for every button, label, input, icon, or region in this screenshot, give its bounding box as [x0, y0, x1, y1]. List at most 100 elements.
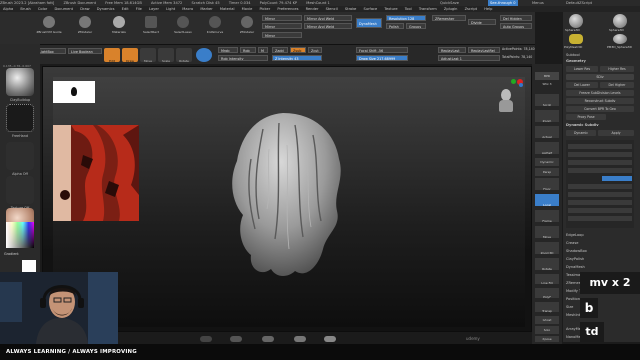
menu-item[interactable]: File — [136, 7, 142, 11]
dynamic-toggle[interactable]: Dynamic — [566, 130, 596, 136]
del-lower-button[interactable]: Del Lower — [566, 82, 598, 88]
rotate-view-button[interactable]: Rotate — [535, 258, 559, 271]
palette-item[interactable]: MeshIntegrity — [566, 312, 636, 318]
slider[interactable] — [568, 168, 632, 173]
bottom-shelf-item-icon[interactable] — [230, 336, 242, 342]
transp-button[interactable]: Transp — [535, 302, 559, 313]
a-mrgb-button[interactable]: Mrgb — [218, 47, 238, 53]
replay-last-rel-button[interactable]: ReplayLastRel — [468, 47, 500, 53]
menu-item[interactable]: Document — [54, 7, 73, 11]
move-button[interactable]: Move — [140, 48, 156, 63]
menu-item[interactable]: Zplugin — [444, 7, 458, 11]
slider[interactable] — [568, 216, 632, 221]
tool-thumbnail-icon[interactable] — [613, 34, 627, 44]
shelf-button[interactable]: Materials — [104, 14, 134, 42]
menu-item[interactable]: Color — [38, 7, 47, 11]
menu-item[interactable]: Layer — [149, 7, 159, 11]
mirror-button[interactable]: Mirror — [262, 15, 302, 21]
xpose-button[interactable]: Xpose — [535, 336, 559, 342]
higher-res-button[interactable]: Higher Res — [600, 66, 634, 72]
menu-item[interactable]: Material — [220, 7, 235, 11]
zadd-button[interactable]: Zadd — [272, 47, 288, 53]
bottom-shelf-item-icon[interactable] — [262, 336, 274, 342]
tool-thumbnail-icon[interactable] — [569, 14, 583, 28]
menu-item[interactable]: Macro — [182, 7, 193, 11]
rgb-button[interactable]: Rgb — [240, 47, 256, 53]
texture-picker[interactable]: Texture Off — [4, 176, 36, 210]
reconstruct-subdiv-button[interactable]: Reconstruct Subdiv — [566, 98, 634, 104]
line-fill-button[interactable]: Line Fill — [535, 274, 559, 285]
persp-button[interactable]: Persp — [535, 168, 559, 176]
mirror-weld-button[interactable]: Mirror And Weld — [304, 15, 352, 21]
actual-button[interactable]: Actual — [535, 126, 559, 139]
shelf-button[interactable]: ZBrushVM Guide — [34, 14, 64, 42]
palette-item[interactable]: DynaMesh — [566, 264, 636, 270]
shelf-button[interactable]: ZModeler — [70, 14, 100, 42]
palette-item[interactable]: Size — [566, 304, 636, 310]
solo-button[interactable]: Solo — [535, 326, 559, 334]
menu-item[interactable]: Draw — [80, 7, 89, 11]
menu-item[interactable]: Help — [484, 7, 492, 11]
bottom-shelf-item-icon[interactable] — [200, 336, 212, 342]
m-button[interactable]: M — [258, 47, 268, 53]
replay-last-button[interactable]: ReplayLast — [438, 47, 466, 53]
polyf-button[interactable]: PolyF — [535, 288, 559, 299]
sdiv-slider[interactable]: SDiv — [566, 74, 634, 80]
menu-item[interactable]: Dynamics — [97, 7, 115, 11]
menu-item[interactable]: Surface — [364, 7, 378, 11]
scale-button[interactable]: Scale — [158, 48, 174, 63]
local-button[interactable]: Local — [535, 194, 559, 207]
polish-button[interactable]: Polish — [386, 23, 404, 29]
shelf-button[interactable]: SelectRect — [136, 14, 166, 42]
main-color-swatch[interactable] — [22, 260, 36, 272]
convert-bpr-button[interactable]: Convert BPR To Geo — [566, 106, 634, 112]
zsub-button[interactable]: Zsub — [290, 47, 306, 53]
divide-button[interactable]: Divide — [468, 19, 496, 25]
navigation-head-gizmo[interactable] — [497, 89, 515, 115]
menu-item[interactable]: Edit — [122, 7, 129, 11]
slider[interactable] — [568, 200, 632, 205]
draw-button[interactable]: Draw — [122, 48, 138, 63]
mirror-button[interactable]: Mirror — [262, 32, 302, 38]
palette-item[interactable]: Crease — [566, 240, 636, 246]
dynamic-subdiv-header[interactable]: Dynamic Subdiv — [566, 122, 636, 128]
menu-item[interactable]: Light — [166, 7, 175, 11]
palette-item[interactable]: EdgeLoop — [566, 232, 636, 238]
shelf-button[interactable]: ZModeler — [232, 14, 262, 42]
frame-button[interactable]: Frame — [535, 210, 559, 223]
slider[interactable] — [568, 160, 632, 165]
menu-item[interactable]: Movie — [242, 7, 253, 11]
menu-item[interactable]: Marker — [200, 7, 212, 11]
dynamesh-button[interactable]: DynaMesh — [356, 18, 382, 28]
freeze-subdiv-button[interactable]: Freeze SubDivision Levels — [566, 90, 634, 96]
edit-button[interactable]: Edit — [104, 48, 120, 63]
zcut-button[interactable]: Zcut — [308, 47, 322, 53]
geometry-header[interactable]: Geometry — [566, 58, 636, 64]
auto-groups-button[interactable]: Auto Groups — [500, 23, 532, 29]
menu-item[interactable]: Texture — [384, 7, 397, 11]
bpr-button[interactable]: BPR — [535, 72, 559, 80]
floor-button[interactable]: Floor — [535, 178, 559, 191]
draw-size-slider[interactable]: Draw Size 217.68999 — [356, 55, 408, 61]
menu-item[interactable]: Stencil — [326, 7, 338, 11]
shelf-button[interactable]: SelectLasso — [168, 14, 198, 42]
slider[interactable] — [568, 184, 632, 189]
slider[interactable] — [568, 192, 632, 197]
palette-item[interactable]: Position — [566, 296, 636, 302]
palette-item[interactable]: ClayPolish — [566, 256, 636, 262]
move-view-button[interactable]: Move — [535, 226, 559, 239]
spix-slider[interactable]: SPix 3 — [535, 82, 559, 88]
lightbox-button[interactable]: LightBox — [36, 48, 66, 54]
menu-item[interactable]: Preferences — [277, 7, 298, 11]
menu-item[interactable]: Zscript — [465, 7, 477, 11]
apply-button[interactable]: Apply — [598, 130, 634, 136]
live-boolean-button[interactable]: Live Boolean — [68, 48, 102, 54]
menu-item[interactable]: Transform — [419, 7, 437, 11]
menu-item[interactable]: Stroke — [345, 7, 356, 11]
lower-res-button[interactable]: Lower Res — [566, 66, 598, 72]
z-intensity-slider[interactable]: Z Intensity 43 — [272, 55, 322, 61]
tool-thumbnail-icon[interactable] — [613, 14, 627, 28]
stroke-picker[interactable]: FreeHand — [4, 104, 36, 138]
menu-item[interactable]: Tool — [405, 7, 412, 11]
resolution-slider[interactable]: Resolution 128 — [386, 15, 426, 21]
